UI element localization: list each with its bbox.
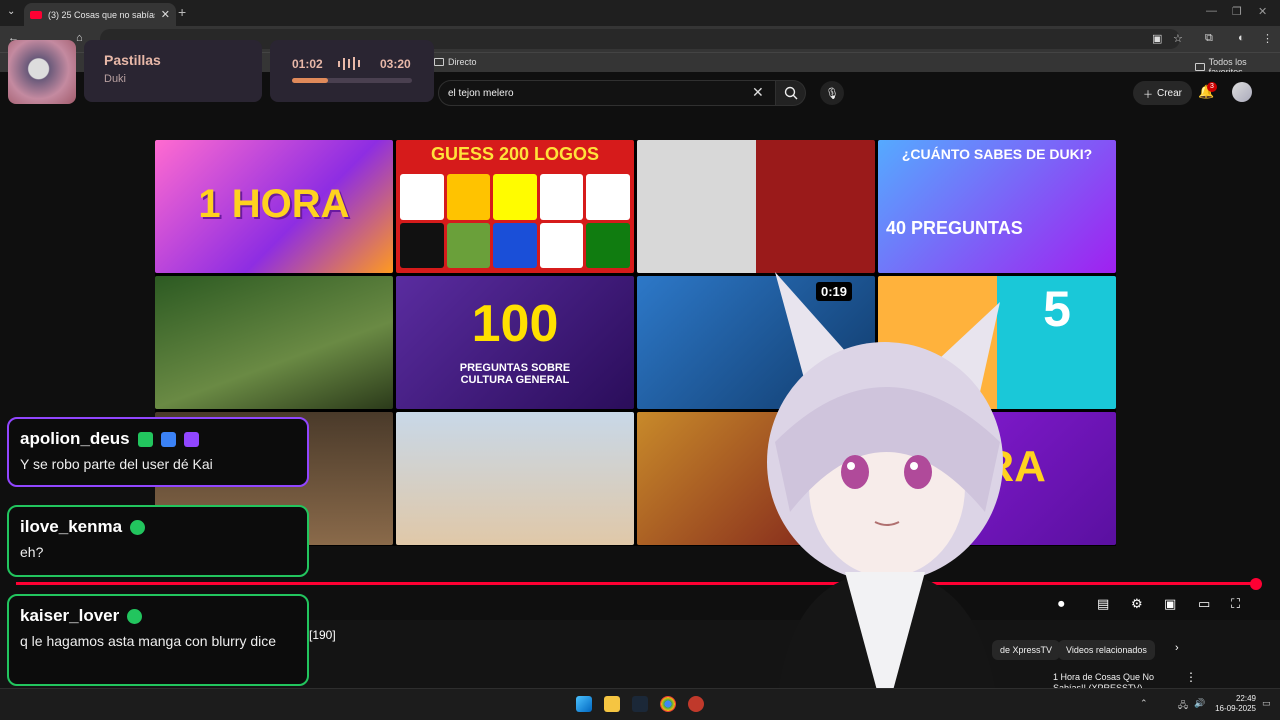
video-thumbnail[interactable] xyxy=(155,276,393,409)
folder-icon xyxy=(434,58,444,66)
chat-text: Y se robo parte del user dé Kai xyxy=(20,456,213,472)
home-icon[interactable]: ⌂ xyxy=(76,32,83,44)
clock-date: 16-09-2025 xyxy=(1215,704,1256,713)
chevron-right-icon[interactable]: › xyxy=(1175,642,1179,654)
chat-username: kaiser_lover xyxy=(20,606,120,625)
tab-title: (3) 25 Cosas que no sabías en 5 xyxy=(48,9,155,20)
total-time: 03:20 xyxy=(380,57,411,71)
fullscreen-icon[interactable]: ⛶ xyxy=(1231,596,1240,612)
thumbnail-text: ¿CUÁNTO SABES DE DUKI? xyxy=(901,146,1093,162)
volume-icon[interactable]: 🔊 xyxy=(1194,698,1205,709)
bookmark-label: Directo xyxy=(448,57,477,67)
chip-related-videos[interactable]: Videos relacionados xyxy=(1058,640,1155,660)
chrome-icon[interactable] xyxy=(660,696,676,712)
playback-progress-card: 01:02 03:20 xyxy=(270,40,434,102)
song-progress-fill xyxy=(292,78,328,83)
tray-chevron-icon[interactable]: ⌃ xyxy=(1140,698,1148,709)
search-value: el tejon melero xyxy=(448,87,514,99)
moderator-badge-icon xyxy=(137,431,153,447)
new-tab-button[interactable]: + xyxy=(178,4,186,20)
window-close-icon[interactable]: ✕ xyxy=(1258,5,1267,18)
browser-tab-bar: ⌄ (3) 25 Cosas que no sabías en 5 ✕ + — … xyxy=(0,0,1280,26)
subscriber-badge-icon xyxy=(130,519,146,535)
extensions-icon[interactable]: ⧉ xyxy=(1205,32,1213,45)
account-avatar[interactable] xyxy=(1232,82,1252,102)
video-thumbnail[interactable]: GUESS 200 LOGOS xyxy=(396,140,634,273)
subtitles-icon[interactable]: ▤ xyxy=(1097,596,1109,612)
notifications-icon[interactable]: ▭ xyxy=(1262,698,1271,709)
now-playing-card: Pastillas Duki xyxy=(84,40,262,102)
search-icon xyxy=(784,86,797,100)
steam-icon[interactable] xyxy=(632,696,648,712)
youtube-favicon-icon xyxy=(30,10,42,19)
subscriber-badge-icon xyxy=(127,608,143,624)
settings-gear-icon[interactable]: ⚙ xyxy=(1131,596,1143,612)
voice-search-button[interactable]: 🎙 xyxy=(820,81,844,105)
video-thumbnail[interactable]: 100 PREGUNTAS SOBRE CULTURA GENERAL xyxy=(396,276,634,409)
song-artist: Duki xyxy=(104,73,127,85)
install-app-icon[interactable]: ▣ xyxy=(1152,32,1162,45)
chat-username: apolion_deus xyxy=(20,429,130,448)
taskbar-clock[interactable]: 22:49 16-09-2025 xyxy=(1212,694,1256,714)
chat-text: eh? xyxy=(20,544,44,560)
notification-badge: 3 xyxy=(1207,82,1217,92)
thumbnail-text: 100 xyxy=(471,295,559,353)
clock-time: 22:49 xyxy=(1235,694,1256,703)
twitch-badge-icon xyxy=(183,431,199,447)
verified-badge-icon xyxy=(160,431,176,447)
minimize-icon[interactable]: — xyxy=(1206,5,1217,17)
more-options-icon[interactable]: ⋮ xyxy=(1185,670,1197,684)
create-button[interactable]: ＋ Crear xyxy=(1133,81,1193,105)
browser-tab-active[interactable]: (3) 25 Cosas que no sabías en 5 ✕ xyxy=(24,3,176,26)
vtuber-avatar xyxy=(767,272,1003,720)
view-counter: [190] xyxy=(309,628,336,642)
search-input[interactable]: el tejon melero xyxy=(438,80,776,106)
video-progress-bar[interactable] xyxy=(16,582,1256,585)
equalizer-icon xyxy=(338,57,360,70)
browser-menu-icon[interactable]: ⋮ xyxy=(1262,32,1273,45)
tab-list-icon[interactable]: ⌄ xyxy=(7,6,15,17)
thumbnail-subtext: 40 PREGUNTAS xyxy=(886,218,1023,238)
network-icon[interactable]: 🖧 xyxy=(1178,698,1188,714)
theater-mode-icon[interactable]: ▭ xyxy=(1198,596,1210,612)
restore-icon[interactable]: ❐ xyxy=(1232,5,1242,18)
elapsed-time: 01:02 xyxy=(292,57,323,71)
thumbnail-subtext: PREGUNTAS SOBRE CULTURA GENERAL xyxy=(459,362,571,386)
song-title: Pastillas xyxy=(104,52,161,68)
progress-scrubber[interactable] xyxy=(1250,578,1262,590)
microphone-icon: 🎙 xyxy=(825,87,839,100)
bookmark-directo[interactable]: Directo xyxy=(434,57,477,67)
video-thumbnail[interactable]: ¿CUÁNTO SABES DE DUKI? 40 PREGUNTAS xyxy=(878,140,1116,273)
clear-search-icon[interactable]: ✕ xyxy=(752,84,764,101)
autoplay-toggle[interactable]: ⏺ xyxy=(1058,596,1065,612)
video-thumbnail[interactable] xyxy=(637,140,875,273)
address-bar[interactable] xyxy=(100,29,1180,49)
chat-text: q le hagamos asta manga con blurry dice xyxy=(20,633,277,649)
create-label: Crear xyxy=(1157,87,1183,99)
song-progress-bar xyxy=(292,78,412,83)
chat-username: ilove_kenma xyxy=(20,517,123,536)
miniplayer-icon[interactable]: ▣ xyxy=(1164,596,1176,612)
tab-close-icon[interactable]: ✕ xyxy=(161,8,170,21)
chat-message: ilove_kenma eh? xyxy=(7,505,309,577)
folder-icon xyxy=(1195,63,1205,71)
thumbnail-text: 1 HORA xyxy=(198,182,350,226)
thumbnail-text: GUESS 200 LOGOS xyxy=(430,144,600,164)
chat-message: apolion_deus Y se robo parte del user dé… xyxy=(7,417,309,487)
logo-collage xyxy=(400,174,630,268)
windows-start-icon[interactable] xyxy=(576,696,592,712)
profile-icon[interactable]: ◐ xyxy=(1238,32,1245,44)
file-explorer-icon[interactable] xyxy=(604,696,620,712)
video-thumbnail[interactable]: 1 HORA xyxy=(155,140,393,273)
bookmark-star-icon[interactable]: ☆ xyxy=(1173,32,1183,45)
album-art xyxy=(8,40,76,104)
chat-message: kaiser_lover q le hagamos asta manga con… xyxy=(7,594,309,686)
search-button[interactable] xyxy=(776,80,806,106)
plus-icon: ＋ xyxy=(1143,89,1153,101)
video-thumbnail[interactable] xyxy=(396,412,634,545)
obs-icon[interactable] xyxy=(688,696,704,712)
